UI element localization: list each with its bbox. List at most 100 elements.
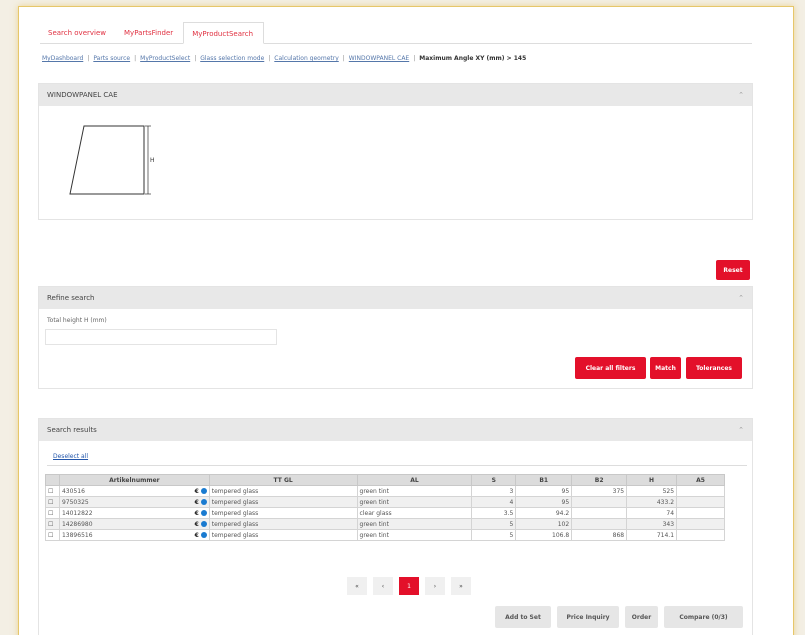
breadcrumb-item[interactable]: WINDOWPANEL CAE bbox=[349, 55, 409, 62]
table-row[interactable]: ☐ 14012822 € tempered glass clear glass 3… bbox=[45, 507, 725, 519]
table-row[interactable]: ☐ 9750325 € tempered glass green tint 4 9… bbox=[45, 496, 725, 508]
add-to-set-button[interactable]: Add to Set bbox=[495, 606, 551, 628]
breadcrumb-item[interactable]: Calculation geometry bbox=[274, 55, 338, 62]
color-cell: green tint bbox=[356, 518, 473, 530]
info-icon[interactable] bbox=[200, 521, 207, 527]
breadcrumb-separator: | bbox=[268, 55, 271, 62]
b1-cell: 95 bbox=[515, 485, 573, 497]
order-button[interactable]: Order bbox=[625, 606, 658, 628]
row-checkbox[interactable]: ☐ bbox=[45, 529, 60, 541]
info-icon[interactable] bbox=[200, 532, 207, 538]
select-column-header bbox=[45, 474, 60, 486]
refine-panel-title: Refine search bbox=[47, 294, 95, 302]
h-cell: 343 bbox=[626, 518, 678, 530]
breadcrumb-separator: | bbox=[342, 55, 345, 62]
info-icon[interactable] bbox=[200, 488, 207, 494]
info-icon[interactable] bbox=[200, 499, 207, 505]
tolerances-button[interactable]: Tolerances bbox=[686, 357, 742, 379]
info-icon[interactable] bbox=[200, 510, 207, 516]
glass-cell: tempered glass bbox=[208, 529, 358, 541]
article-number: 430516 bbox=[61, 487, 85, 495]
results-table: Artikelnummer TT GL AL S B1 B2 H A5 ☐ 43… bbox=[45, 474, 725, 541]
reset-button[interactable]: Reset bbox=[716, 260, 750, 280]
page-button-current[interactable]: 1 bbox=[399, 577, 419, 595]
row-checkbox[interactable]: ☐ bbox=[45, 496, 60, 508]
b1-cell: 102 bbox=[515, 518, 573, 530]
height-input[interactable] bbox=[45, 329, 277, 345]
breadcrumb-item[interactable]: MyDashboard bbox=[42, 55, 83, 62]
table-row[interactable]: ☐ 430516 € tempered glass green tint 3 95… bbox=[45, 485, 725, 497]
last-page-button[interactable]: » bbox=[451, 577, 471, 595]
color-cell: clear glass bbox=[356, 507, 473, 519]
energy-label-icon[interactable]: € bbox=[195, 532, 199, 539]
column-header[interactable]: A5 bbox=[676, 474, 725, 486]
b2-cell: 375 bbox=[571, 485, 628, 497]
first-page-button[interactable]: « bbox=[347, 577, 367, 595]
tab-search-overview[interactable]: Search overview bbox=[40, 22, 116, 44]
glass-cell: tempered glass bbox=[208, 485, 358, 497]
column-header[interactable]: B2 bbox=[571, 474, 628, 486]
breadcrumb-separator: | bbox=[194, 55, 197, 62]
row-checkbox[interactable]: ☐ bbox=[45, 507, 60, 519]
column-header[interactable]: AL bbox=[356, 474, 473, 486]
breadcrumb-item[interactable]: MyProductSelect bbox=[140, 55, 190, 62]
article-number: 14286980 bbox=[61, 520, 93, 528]
breadcrumb-separator: | bbox=[413, 55, 416, 62]
top-tabs: Search overview MyPartsFinder MyProductS… bbox=[40, 22, 752, 44]
next-page-button[interactable]: › bbox=[425, 577, 445, 595]
a5-cell bbox=[676, 529, 725, 541]
h-cell: 714.1 bbox=[626, 529, 678, 541]
article-number-cell: 14286980 € bbox=[58, 518, 210, 530]
column-header[interactable]: Artikelnummer bbox=[58, 474, 210, 486]
glass-cell: tempered glass bbox=[208, 518, 358, 530]
collapse-icon[interactable]: ⌃ bbox=[738, 91, 744, 99]
row-checkbox[interactable]: ☐ bbox=[45, 485, 60, 497]
collapse-icon[interactable]: ⌃ bbox=[738, 426, 744, 434]
column-header[interactable]: TT GL bbox=[208, 474, 358, 486]
prev-page-button[interactable]: ‹ bbox=[373, 577, 393, 595]
row-checkbox[interactable]: ☐ bbox=[45, 518, 60, 530]
table-row[interactable]: ☐ 13896516 € tempered glass green tint 5 … bbox=[45, 529, 725, 541]
b2-cell bbox=[571, 518, 628, 530]
energy-label-icon[interactable]: € bbox=[195, 521, 199, 528]
refine-panel-header[interactable]: Refine search ⌃ bbox=[39, 287, 752, 309]
a5-cell bbox=[676, 485, 725, 497]
clear-filters-button[interactable]: Clear all filters bbox=[575, 357, 646, 379]
breadcrumb-separator: | bbox=[87, 55, 90, 62]
panel-shape-drawing: H bbox=[69, 125, 154, 195]
energy-label-icon[interactable]: € bbox=[195, 499, 199, 506]
a5-cell bbox=[676, 507, 725, 519]
energy-label-icon[interactable]: € bbox=[195, 488, 199, 495]
glass-cell: tempered glass bbox=[208, 496, 358, 508]
shape-panel-header[interactable]: WINDOWPANEL CAE ⌃ bbox=[39, 84, 752, 106]
tab-mypartsfinder[interactable]: MyPartsFinder bbox=[116, 22, 183, 44]
deselect-all-link[interactable]: Deselect all bbox=[53, 453, 88, 460]
column-header[interactable]: S bbox=[471, 474, 517, 486]
energy-label-icon[interactable]: € bbox=[195, 510, 199, 517]
refine-panel: Refine search ⌃ Total height H (mm) Clea… bbox=[38, 286, 753, 389]
h-cell: 433.2 bbox=[626, 496, 678, 508]
column-header[interactable]: H bbox=[626, 474, 678, 486]
a5-cell bbox=[676, 518, 725, 530]
breadcrumb-item[interactable]: Glass selection mode bbox=[200, 55, 264, 62]
breadcrumb-item[interactable]: Parts source bbox=[93, 55, 130, 62]
collapse-icon[interactable]: ⌃ bbox=[738, 294, 744, 302]
b2-cell: 868 bbox=[571, 529, 628, 541]
pagination: « ‹ 1 › » bbox=[347, 577, 471, 595]
b2-cell bbox=[571, 507, 628, 519]
table-row[interactable]: ☐ 14286980 € tempered glass green tint 5 … bbox=[45, 518, 725, 530]
s-cell: 3.5 bbox=[471, 507, 517, 519]
article-number: 13896516 bbox=[61, 531, 93, 539]
match-button[interactable]: Match bbox=[650, 357, 681, 379]
article-number: 14012822 bbox=[61, 509, 93, 517]
price-inquiry-button[interactable]: Price Inquiry bbox=[557, 606, 619, 628]
compare-button[interactable]: Compare (0/3) bbox=[664, 606, 743, 628]
column-header[interactable]: B1 bbox=[515, 474, 573, 486]
glass-cell: tempered glass bbox=[208, 507, 358, 519]
breadcrumb: MyDashboard | Parts source | MyProductSe… bbox=[42, 55, 530, 62]
tab-myproductsearch[interactable]: MyProductSearch bbox=[183, 22, 265, 44]
s-cell: 3 bbox=[471, 485, 517, 497]
b1-cell: 94.2 bbox=[515, 507, 573, 519]
results-panel: Search results ⌃ Deselect all Artikelnum… bbox=[38, 418, 753, 635]
results-panel-header[interactable]: Search results ⌃ bbox=[39, 419, 752, 441]
